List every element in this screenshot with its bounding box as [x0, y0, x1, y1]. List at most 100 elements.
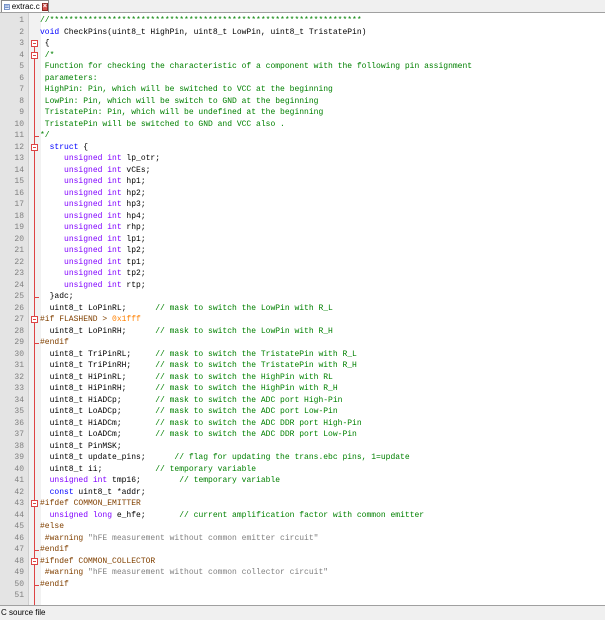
code-line[interactable]: 15 unsigned int hp1; — [0, 176, 605, 187]
code-line[interactable]: 37 uint8_t LoADCm; // mask to switch the… — [0, 429, 605, 440]
code-token: #endif — [40, 338, 69, 347]
code-line[interactable]: 6 parameters: — [0, 73, 605, 84]
code-token: // mask to switch the LowPin with R_H — [155, 326, 333, 336]
code-token: // flag for updating the trans.ebc pins,… — [174, 453, 410, 462]
fold-end-marker — [34, 297, 39, 298]
code-line[interactable]: 24 unsigned int rtp; — [0, 280, 605, 291]
code-line[interactable]: 48 #ifndef COMMON_COLLECTOR — [0, 556, 605, 567]
line-number: 40 — [14, 464, 24, 474]
line-number: 13 — [14, 154, 24, 163]
code-text: unsigned int lp2; — [40, 245, 146, 256]
code-line[interactable]: 47 #endif — [0, 544, 605, 555]
code-line[interactable]: 45 #else — [0, 521, 605, 532]
code-line[interactable]: 5 Function for checking the characterist… — [0, 61, 605, 72]
code-token: unsigned int — [64, 188, 122, 198]
code-line[interactable]: 14 unsigned int vCEs; — [0, 165, 605, 176]
code-line[interactable]: 4 /* — [0, 50, 605, 61]
code-line[interactable]: 17 unsigned int hp3; — [0, 199, 605, 210]
code-line[interactable]: 31 uint8_t TriPinRH; // mask to switch t… — [0, 360, 605, 371]
code-line[interactable]: 20 unsigned int lp1; — [0, 234, 605, 245]
code-text: unsigned int rtp; — [40, 280, 146, 291]
code-line[interactable]: 22 unsigned int tp1; — [0, 257, 605, 268]
code-line[interactable]: 2 void CheckPins(uint8_t HighPin, uint8_t… — [0, 27, 605, 38]
fold-guide — [34, 47, 35, 605]
line-number: 30 — [14, 349, 24, 359]
code-line[interactable]: 32 uint8_t HiPinRL; // mask to switch th… — [0, 372, 605, 383]
line-number: 29 — [14, 338, 24, 347]
tab-extrac-c[interactable]: extrac.c × — [1, 0, 49, 12]
line-number: 6 — [19, 73, 24, 83]
code-line[interactable]: 27 #if FLASHEND > 0x1fff — [0, 314, 605, 325]
code-line[interactable]: 42 const uint8_t *addr; — [0, 487, 605, 498]
code-line[interactable]: 28 uint8_t LoPinRH; // mask to switch th… — [0, 326, 605, 337]
code-line[interactable]: 44 unsigned long e_hfe; // current ampli… — [0, 510, 605, 521]
code-line[interactable]: 30 uint8_t TriPinRL; // mask to switch t… — [0, 349, 605, 360]
code-line[interactable]: 29 #endif — [0, 337, 605, 348]
code-token: /* — [40, 50, 55, 60]
code-token: unsigned int — [64, 223, 122, 232]
code-editor[interactable]: 1 //*************************************… — [0, 13, 605, 605]
code-line[interactable]: 12 struct { — [0, 142, 605, 153]
line-number: 1 — [19, 16, 24, 25]
code-line[interactable]: 40 uint8_t ii; // temporary variable — [0, 464, 605, 475]
code-line[interactable]: 34 uint8_t HiADCp; // mask to switch the… — [0, 395, 605, 406]
code-line[interactable]: 46 #warning "hFE measurement without com… — [0, 533, 605, 544]
code-line[interactable]: 21 unsigned int lp2; — [0, 245, 605, 256]
code-line[interactable]: 25 }adc; — [0, 291, 605, 302]
code-line[interactable]: 19 unsigned int rhp; — [0, 222, 605, 233]
code-token: hp1; — [121, 177, 146, 186]
code-token: "hFE measurement without common emitter … — [88, 533, 319, 543]
code-text: unsigned long e_hfe; // current amplific… — [40, 510, 424, 521]
code-line[interactable]: 51 — [0, 590, 605, 601]
code-line[interactable]: 16 unsigned int hp2; — [0, 188, 605, 199]
code-line[interactable]: 49 #warning "hFE measurement without com… — [0, 567, 605, 578]
code-text: unsigned int hp4; — [40, 211, 146, 222]
code-text: LowPin: Pin, which will be switch to GND… — [40, 96, 319, 107]
code-text: uint8_t LoPinRL; // mask to switch the L… — [40, 303, 333, 314]
line-number: 41 — [14, 476, 24, 485]
code-line[interactable]: 41 unsigned int tmp16; // temporary vari… — [0, 475, 605, 486]
code-line[interactable]: 38 uint8_t PinMSK; — [0, 441, 605, 452]
close-tab-icon[interactable]: × — [41, 2, 48, 11]
code-line[interactable]: 3 { — [0, 38, 605, 49]
fold-toggle-icon[interactable] — [31, 500, 38, 507]
code-line[interactable]: 7 HighPin: Pin, which will be switched t… — [0, 84, 605, 95]
code-line[interactable]: 36 uint8_t HiADCm; // mask to switch the… — [0, 418, 605, 429]
code-token: // mask to switch the TristatePin with R… — [155, 349, 357, 359]
fold-toggle-icon[interactable] — [31, 40, 38, 47]
fold-toggle-icon[interactable] — [31, 143, 38, 151]
code-text: unsigned int hp1; — [40, 176, 146, 187]
fold-toggle-icon[interactable] — [31, 316, 38, 323]
fold-toggle-icon[interactable] — [31, 51, 38, 59]
code-line[interactable]: 18 unsigned int hp4; — [0, 211, 605, 222]
code-line[interactable]: 13 unsigned int lp_otr; — [0, 153, 605, 164]
code-token: unsigned int — [64, 280, 122, 290]
code-line[interactable]: 39 uint8_t update_pins; // flag for upda… — [0, 452, 605, 463]
code-text: }adc; — [40, 291, 74, 302]
code-line[interactable]: 50 #endif — [0, 579, 605, 590]
code-line[interactable]: 10 TristatePin will be switched to GND a… — [0, 119, 605, 130]
line-number: 38 — [14, 441, 24, 451]
line-number: 45 — [14, 522, 24, 531]
line-number: 8 — [19, 96, 24, 106]
code-line[interactable]: 23 unsigned int tp2; — [0, 268, 605, 279]
line-number: 49 — [14, 568, 24, 577]
code-text: Function for checking the characteristic… — [40, 61, 472, 72]
code-line[interactable]: 33 uint8_t HiPinRH; // mask to switch th… — [0, 383, 605, 394]
code-line[interactable]: 35 uint8_t LoADCp; // mask to switch the… — [0, 406, 605, 417]
line-number: 3 — [19, 39, 24, 48]
code-token: }adc; — [40, 292, 74, 301]
code-token: unsigned int — [64, 177, 122, 186]
code-line[interactable]: 8 LowPin: Pin, which will be switch to G… — [0, 96, 605, 107]
code-text: #ifndef COMMON_COLLECTOR — [40, 556, 155, 567]
code-line[interactable]: 9 TristatePin: Pin, which will be undefi… — [0, 107, 605, 118]
line-number: 2 — [19, 27, 24, 37]
code-line[interactable]: 1 //*************************************… — [0, 15, 605, 26]
code-line[interactable]: 26 uint8_t LoPinRL; // mask to switch th… — [0, 303, 605, 314]
code-line[interactable]: 11 */ — [0, 130, 605, 141]
code-token: unsigned int — [64, 234, 122, 244]
fold-toggle-icon[interactable] — [31, 557, 38, 565]
code-line[interactable]: 43 #ifdef COMMON_EMITTER — [0, 498, 605, 509]
code-token: uint8_t update_pins; — [40, 453, 175, 462]
